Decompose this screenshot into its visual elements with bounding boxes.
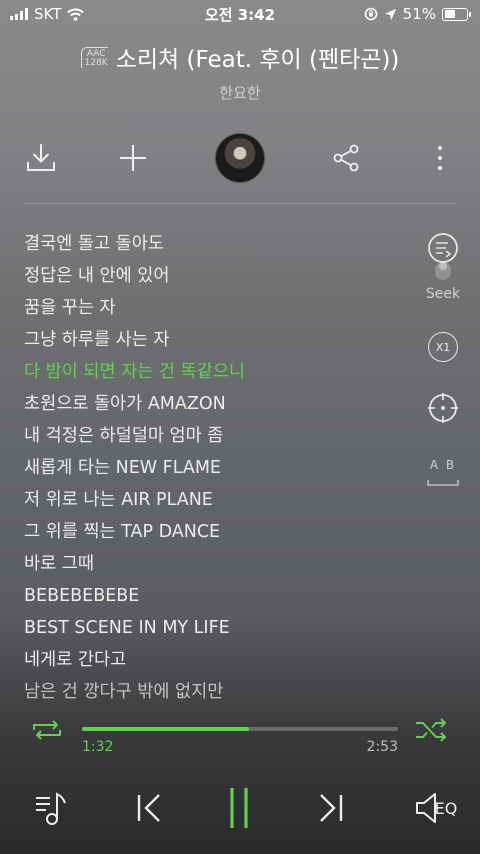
plus-icon	[120, 145, 146, 171]
share-button[interactable]	[323, 128, 369, 188]
lyric-line[interactable]: BEBEBEBEBE	[24, 580, 404, 612]
seek-toggle[interactable]: Seek	[418, 232, 468, 302]
total-time: 2:53	[366, 739, 398, 755]
speed-label: X1	[435, 340, 451, 354]
title-row: AAC 128K 소리쳐 (Feat. 후이 (펜타곤))	[0, 40, 480, 74]
song-title[interactable]: 소리쳐 (Feat. 후이 (펜타곤))	[116, 40, 400, 74]
repeat-icon	[33, 720, 61, 740]
header-divider	[24, 203, 456, 204]
pause-icon	[230, 788, 248, 828]
lyric-line[interactable]: 결국엔 돌고 돌아도	[24, 228, 404, 260]
lyric-line[interactable]: 초원으로 돌아가 AMAZON	[24, 388, 404, 420]
lyric-line[interactable]: 꿈을 꾸는 자	[24, 292, 404, 324]
seek-label: Seek	[425, 286, 461, 302]
speaker-icon	[415, 793, 436, 823]
lyrics-seek-icon	[428, 233, 458, 280]
lyric-line[interactable]: 정답은 내 안에 있어	[24, 260, 404, 292]
battery-percent: 51%	[402, 5, 436, 23]
next-button[interactable]	[306, 780, 356, 836]
progress-played	[82, 727, 250, 731]
download-button[interactable]	[18, 128, 64, 188]
lyric-line[interactable]: 네게로 간다고	[24, 644, 404, 676]
lyric-line[interactable]: 바로 그때	[24, 548, 404, 580]
lyric-line[interactable]: 저 위로 나는 AIR PLANE	[24, 484, 404, 516]
ab-repeat-button[interactable]: A B	[418, 458, 468, 491]
equalizer-button[interactable]: EQ	[408, 780, 464, 836]
lyric-line[interactable]: 내 걱정은 하덜덜마 엄마 좀	[24, 420, 404, 452]
battery-icon	[442, 7, 471, 21]
lyric-line[interactable]: 그냥 하루를 사는 자	[24, 324, 404, 356]
share-icon	[333, 144, 359, 172]
speed-icon: X1	[428, 332, 458, 362]
lyric-line[interactable]: 남은 건 깡다구 밖에 없지만	[24, 676, 404, 700]
audio-format-badge: AAC 128K	[80, 46, 108, 68]
lyric-line[interactable]: 그 위를 찍는 TAP DANCE	[24, 516, 404, 548]
status-right: 51%	[364, 5, 471, 23]
add-to-playlist-button[interactable]	[110, 128, 156, 188]
next-track-icon	[320, 794, 343, 822]
artist-avatar-button[interactable]	[210, 128, 270, 188]
repeat-button[interactable]	[30, 718, 64, 746]
current-time: 1:32	[82, 739, 114, 755]
ab-repeat-label: A B	[429, 458, 457, 472]
ab-bracket-icon	[427, 480, 459, 486]
more-options-button[interactable]	[420, 128, 460, 188]
playback-controls: EQ	[0, 780, 480, 836]
eq-label: EQ	[434, 798, 458, 818]
orientation-lock-icon	[364, 7, 377, 21]
lyric-line-current[interactable]: 다 밤이 되면 자는 건 똑같으니	[24, 356, 404, 388]
progress-bar[interactable]	[82, 727, 398, 731]
download-icon	[27, 144, 55, 171]
playlist-button[interactable]	[26, 780, 76, 836]
crosshair-icon	[428, 393, 458, 423]
shuffle-icon	[416, 718, 446, 742]
pause-button[interactable]	[214, 780, 264, 836]
artist-name[interactable]: 한요한	[0, 82, 480, 103]
lyrics-panel[interactable]: 결국엔 돌고 돌아도 정답은 내 안에 있어 꿈을 꾸는 자 그냥 하루를 사는 자다…	[24, 228, 404, 700]
lyric-line[interactable]: 새롭게 타는 NEW FLAME	[24, 452, 404, 484]
lyric-line[interactable]: BEST SCENE IN MY LIFE	[24, 612, 404, 644]
action-row	[0, 128, 480, 188]
location-icon	[384, 8, 396, 20]
status-bar: SKT 오전 3:42 51%	[0, 0, 480, 28]
focus-lyric-button[interactable]	[418, 392, 468, 428]
playlist-music-icon	[36, 792, 66, 825]
shuffle-button[interactable]	[414, 718, 450, 746]
audio-format-bitrate: 128K	[84, 57, 108, 68]
more-vertical-icon	[438, 146, 442, 170]
artist-avatar	[215, 133, 265, 183]
previous-track-icon	[137, 794, 160, 822]
previous-button[interactable]	[124, 780, 174, 836]
speed-button[interactable]: X1	[418, 332, 468, 362]
progress-row: 1:32 2:53	[0, 718, 480, 758]
